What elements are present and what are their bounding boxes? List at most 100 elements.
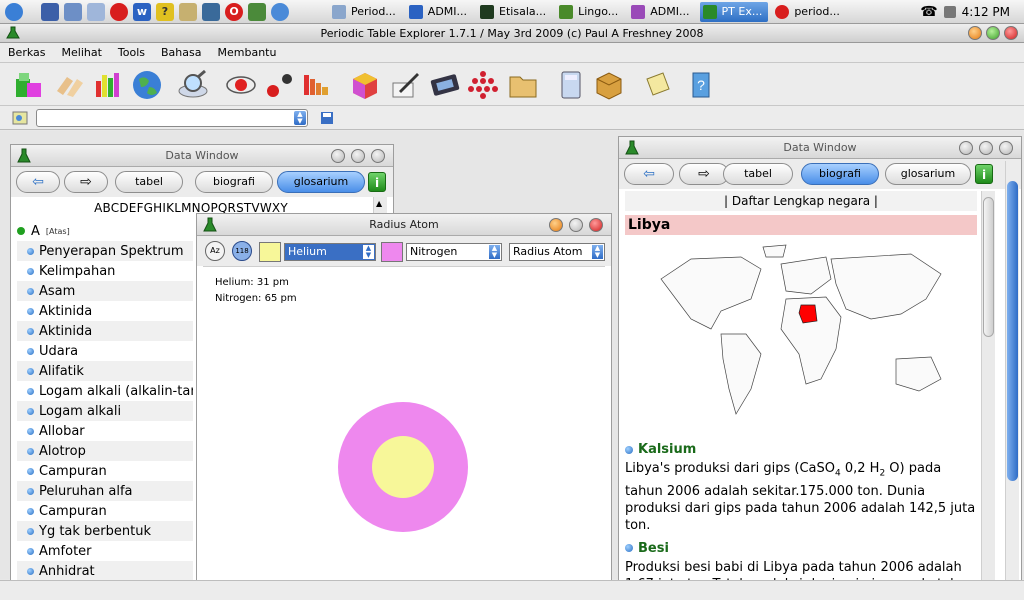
save-icon[interactable] bbox=[320, 111, 334, 125]
glossary-item[interactable]: Amfoter bbox=[17, 541, 193, 561]
glossary-item[interactable]: Udara bbox=[17, 341, 193, 361]
element2-color-swatch[interactable] bbox=[381, 242, 403, 262]
element1-color-swatch[interactable] bbox=[259, 242, 281, 262]
menu-bahasa[interactable]: Bahasa bbox=[153, 46, 209, 59]
tab-tabel[interactable]: tabel bbox=[723, 163, 793, 185]
taskbar-item[interactable]: period... bbox=[772, 2, 846, 22]
mail-icon[interactable] bbox=[248, 2, 266, 21]
menu-berkas[interactable]: Berkas bbox=[0, 46, 54, 59]
clock-118-icon[interactable]: 118 bbox=[232, 241, 252, 261]
menu-melihat[interactable]: Melihat bbox=[54, 46, 110, 59]
tab-biografi[interactable]: biografi bbox=[195, 171, 273, 193]
glossary-item[interactable]: Penyerapan Spektrum bbox=[17, 241, 193, 261]
glossary-item[interactable]: Kelimpahan bbox=[17, 261, 193, 281]
element2-select[interactable]: Nitrogen ▲ ▼ bbox=[406, 243, 502, 261]
close-button[interactable] bbox=[589, 218, 603, 232]
taskbar-item[interactable]: Etisala... bbox=[477, 2, 552, 22]
scroll-thumb[interactable] bbox=[1007, 181, 1018, 481]
desktop-icon[interactable] bbox=[41, 2, 59, 21]
video-tool[interactable] bbox=[428, 68, 462, 102]
zoom-button[interactable] bbox=[979, 141, 993, 155]
glossary-item[interactable]: Aktinida bbox=[17, 301, 193, 321]
word-icon[interactable]: w bbox=[133, 2, 151, 21]
combo-arrow-icon[interactable]: ▲ ▼ bbox=[294, 111, 306, 125]
a-z-sort-icon[interactable]: Az bbox=[205, 241, 225, 261]
menu-tools[interactable]: Tools bbox=[110, 46, 153, 59]
help-tool[interactable]: ? bbox=[684, 68, 718, 102]
zoom-button[interactable] bbox=[351, 149, 365, 163]
atom-tool[interactable] bbox=[224, 68, 258, 102]
inner-scrollbar[interactable] bbox=[981, 191, 995, 581]
glossary-item[interactable]: Alotrop bbox=[17, 441, 193, 461]
calculator-tool[interactable] bbox=[554, 68, 588, 102]
finder-icon[interactable] bbox=[64, 2, 82, 21]
tab-glosarium[interactable]: glosarium bbox=[885, 163, 971, 185]
minimize-button[interactable] bbox=[549, 218, 563, 232]
apple-menu-icon[interactable] bbox=[5, 2, 23, 21]
zoom-button[interactable] bbox=[986, 26, 1000, 40]
phone-icon[interactable]: ☎ bbox=[920, 4, 937, 20]
folder-tool[interactable] bbox=[506, 68, 540, 102]
taskbar-item[interactable]: Period... bbox=[329, 2, 402, 22]
document-tool[interactable] bbox=[640, 68, 674, 102]
back-button[interactable]: ⇦ bbox=[16, 171, 60, 193]
glossary-item[interactable]: Campuran bbox=[17, 461, 193, 481]
molecule-tool[interactable] bbox=[262, 68, 296, 102]
taskbar-item[interactable]: ADMI... bbox=[628, 2, 695, 22]
glossary-item[interactable]: Asam bbox=[17, 281, 193, 301]
glossary-item[interactable]: Campuran bbox=[17, 501, 193, 521]
edit-icon[interactable] bbox=[179, 2, 197, 21]
package-tool[interactable] bbox=[592, 68, 626, 102]
tab-tabel[interactable]: tabel bbox=[115, 171, 183, 193]
glossary-item[interactable]: Yg tak berbentuk bbox=[17, 521, 193, 541]
taskbar-item[interactable]: ADMI... bbox=[406, 2, 473, 22]
notes-tool[interactable] bbox=[388, 68, 422, 102]
back-button[interactable]: ⇦ bbox=[624, 163, 674, 185]
close-button[interactable] bbox=[999, 141, 1013, 155]
tab-glosarium[interactable]: glosarium bbox=[277, 171, 365, 193]
glossary-item[interactable]: Logam alkali (alkalin-tanah) bbox=[17, 381, 193, 401]
compare-tool[interactable] bbox=[52, 68, 86, 102]
top-link[interactable]: [Atas] bbox=[46, 227, 70, 236]
crystal-tool[interactable] bbox=[348, 68, 382, 102]
help-icon[interactable]: ? bbox=[156, 2, 174, 21]
taskbar-item[interactable]: Lingo... bbox=[556, 2, 624, 22]
mode-select[interactable]: Radius Atom ▲ ▼ bbox=[509, 243, 605, 261]
glossary-item[interactable]: Peluruhan alfa bbox=[17, 481, 193, 501]
minimize-button[interactable] bbox=[331, 149, 345, 163]
periodic-table-tool[interactable] bbox=[12, 68, 46, 102]
minimize-button[interactable] bbox=[959, 141, 973, 155]
paint-icon[interactable] bbox=[110, 2, 128, 21]
scroll-thumb[interactable] bbox=[983, 197, 994, 337]
info-button[interactable]: i bbox=[368, 172, 386, 192]
grid-tool[interactable] bbox=[466, 68, 500, 102]
tab-biografi[interactable]: biografi bbox=[801, 163, 879, 185]
zoom-button[interactable] bbox=[569, 218, 583, 232]
glossary-item[interactable]: Aktinida bbox=[17, 321, 193, 341]
menu-membantu[interactable]: Membantu bbox=[210, 46, 285, 59]
spectrum-tool[interactable] bbox=[300, 68, 334, 102]
element1-select[interactable]: Helium ▲ ▼ bbox=[284, 243, 376, 261]
search-combobox[interactable]: ▲ ▼ bbox=[36, 109, 308, 127]
taskbar-item-active[interactable]: PT Ex... bbox=[699, 1, 769, 22]
info-button[interactable]: i bbox=[975, 164, 993, 184]
close-button[interactable] bbox=[1004, 26, 1018, 40]
search-icon[interactable] bbox=[87, 2, 105, 21]
system-tray-icon[interactable] bbox=[943, 6, 956, 18]
book-icon[interactable] bbox=[202, 2, 220, 21]
magnifier-tool[interactable] bbox=[176, 68, 210, 102]
glossary-item[interactable]: Allobar bbox=[17, 421, 193, 441]
opera-icon[interactable]: O bbox=[225, 2, 243, 21]
glossary-item[interactable]: Alifatik bbox=[17, 361, 193, 381]
country-list-link[interactable]: | Daftar Lengkap negara | bbox=[625, 191, 977, 211]
forward-button[interactable]: ⇨ bbox=[64, 171, 108, 193]
glossary-item[interactable]: Logam alkali bbox=[17, 401, 193, 421]
minimize-button[interactable] bbox=[968, 26, 982, 40]
world-tool[interactable] bbox=[130, 68, 164, 102]
window-scrollbar[interactable] bbox=[1005, 161, 1019, 581]
glossary-item[interactable]: Anhidrat bbox=[17, 561, 193, 581]
scroll-up-icon[interactable]: ▲ bbox=[376, 199, 382, 208]
forward-button[interactable]: ⇨ bbox=[679, 163, 729, 185]
globe-icon[interactable] bbox=[271, 2, 289, 21]
chart-tool[interactable] bbox=[92, 68, 126, 102]
